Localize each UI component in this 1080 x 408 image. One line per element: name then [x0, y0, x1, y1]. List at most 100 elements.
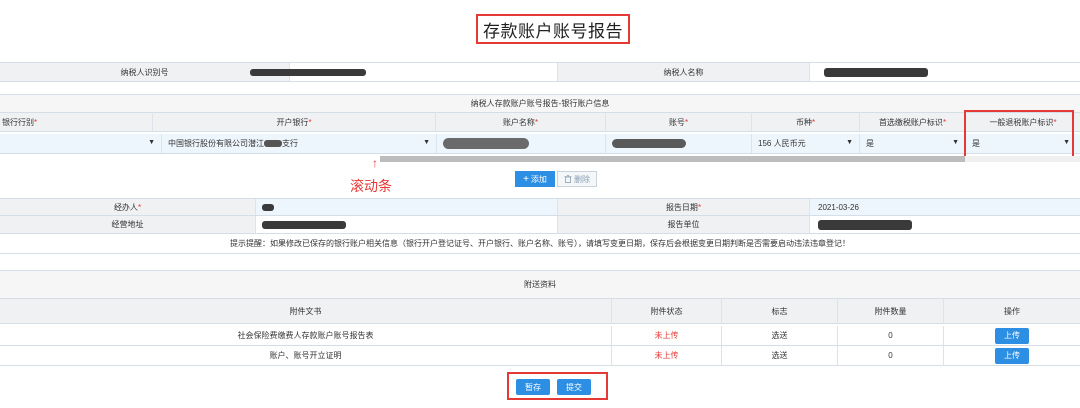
- bank-info-title: 纳税人存款账户账号报告-银行账户信息: [470, 99, 610, 108]
- attachment-name: 社会保险费缴费人存款账户账号报告表: [237, 331, 374, 340]
- report-date-field[interactable]: 2021-03-26: [810, 199, 1080, 215]
- account-number-field[interactable]: [606, 134, 752, 154]
- report-date-value: 2021-03-26: [818, 202, 859, 212]
- open-bank-value: 中国银行股份有限公司潜江: [168, 139, 264, 148]
- account-name-redacted: [443, 138, 529, 149]
- plus-icon: +: [523, 173, 529, 185]
- report-unit-label-cell: 报告单位: [558, 216, 810, 233]
- col-open-bank: 开户银行 *: [153, 112, 436, 132]
- annotation-scrollbar-label: 滚动条: [350, 178, 392, 194]
- open-bank-suffix: 支行: [282, 139, 298, 148]
- attachment-status-cell: 未上传: [612, 346, 722, 366]
- bank-info-caption: 纳税人存款账户账号报告-银行账户信息: [0, 94, 1080, 112]
- hint-text: 提示提醒：如果修改已保存的银行账户相关信息（银行开户登记证号、开户银行、账户名称…: [230, 239, 850, 248]
- agent-label-cell: 经办人 *: [0, 199, 256, 215]
- open-bank-select[interactable]: 中国银行股份有限公司潜江 支行 ▼: [162, 134, 437, 154]
- address-label-cell: 经营地址: [0, 216, 256, 233]
- required-mark: *: [811, 117, 816, 127]
- agent-redacted: [262, 203, 274, 211]
- required-mark: *: [137, 202, 142, 212]
- attachment-name: 账户、账号开立证明: [269, 351, 342, 360]
- required-mark: *: [684, 117, 689, 127]
- attachment-action-cell: 上传: [944, 326, 1080, 346]
- att-col-action: 操作: [944, 298, 1080, 324]
- account-number-redacted: [612, 139, 686, 148]
- att-col-action-label: 操作: [1004, 306, 1020, 316]
- taxpayer-name-label: 纳税人名称: [663, 67, 704, 77]
- required-mark: *: [534, 117, 539, 127]
- delete-row-button[interactable]: 删除: [557, 171, 597, 187]
- taxpayer-id-label: 纳税人识别号: [120, 67, 169, 77]
- report-unit-field[interactable]: [810, 216, 1080, 233]
- horizontal-scrollbar-thumb[interactable]: [380, 156, 965, 162]
- required-mark: *: [942, 117, 947, 127]
- attachment-status: 未上传: [654, 351, 679, 360]
- currency-select[interactable]: 156 人民币元 ▼: [752, 134, 860, 154]
- report-unit-redacted: [818, 219, 912, 230]
- upload-button[interactable]: 上传: [995, 327, 1029, 344]
- caret-down-icon: ▼: [846, 139, 853, 146]
- caret-down-icon: ▼: [148, 139, 155, 146]
- page-title: 存款账户账号报告: [483, 21, 623, 41]
- preferred-tax-select[interactable]: 是 ▼: [860, 134, 966, 154]
- attachment-status-cell: 未上传: [612, 326, 722, 346]
- address-label: 经营地址: [111, 220, 144, 229]
- attachment-flag-cell: 选送: [722, 346, 838, 366]
- address-row: 经营地址 报告单位: [0, 216, 1080, 234]
- attachment-action-cell: 上传: [944, 346, 1080, 366]
- account-name-field[interactable]: [437, 134, 606, 154]
- save-draft-label: 暂存: [525, 382, 541, 392]
- attachment-flag: 选送: [771, 351, 788, 360]
- taxpayer-id-field[interactable]: [250, 63, 558, 81]
- col-open-bank-label: 开户银行: [276, 117, 309, 127]
- agent-field[interactable]: [256, 199, 558, 215]
- required-mark: *: [34, 117, 38, 127]
- handler-row: 经办人 * 报告日期 * 2021-03-26: [0, 198, 1080, 216]
- caret-down-icon: ▼: [423, 139, 430, 146]
- attachments-title: 附送资料: [524, 280, 556, 289]
- report-unit-label: 报告单位: [667, 220, 700, 229]
- trash-icon: [564, 175, 572, 183]
- attachment-count: 0: [888, 331, 893, 340]
- currency-value: 156 人民币元: [758, 139, 806, 148]
- required-mark: *: [308, 117, 312, 127]
- hint-message: 提示提醒：如果修改已保存的银行账户相关信息（银行开户登记证号、开户银行、账户名称…: [0, 234, 1080, 254]
- upload-button-label: 上传: [1004, 351, 1020, 360]
- taxpayer-info-row: 纳税人识别号 纳税人名称: [0, 62, 1080, 82]
- col-currency: 币种 *: [752, 112, 860, 132]
- att-col-status: 附件状态: [612, 298, 722, 324]
- col-account-number-label: 账号: [668, 117, 685, 127]
- table-row: 社会保险费缴费人存款账户账号报告表: [0, 326, 612, 346]
- add-row-button[interactable]: + 添加: [515, 171, 555, 187]
- page-title-box: 存款账户账号报告: [476, 14, 630, 44]
- table-row: 账户、账号开立证明: [0, 346, 612, 366]
- att-col-document-label: 附件文书: [289, 306, 322, 316]
- highlight-box-refund-column: [964, 110, 1074, 160]
- att-col-document: 附件文书: [0, 298, 612, 324]
- col-account-number: 账号 *: [606, 112, 752, 132]
- att-col-status-label: 附件状态: [650, 306, 683, 316]
- report-date-label-cell: 报告日期 *: [558, 199, 810, 215]
- annotation-arrow: ↑: [372, 156, 378, 170]
- save-draft-button[interactable]: 暂存: [516, 379, 550, 395]
- submit-button[interactable]: 提交: [557, 379, 591, 395]
- attachment-count-cell: 0: [838, 326, 944, 346]
- att-col-count: 附件数量: [838, 298, 944, 324]
- open-bank-redacted: [264, 140, 282, 147]
- attachment-count: 0: [888, 351, 893, 360]
- address-field[interactable]: [256, 216, 558, 233]
- agent-label: 经办人: [113, 202, 138, 212]
- att-col-count-label: 附件数量: [874, 306, 907, 316]
- add-row-label: 添加: [530, 174, 547, 184]
- delete-row-label: 删除: [574, 174, 590, 184]
- caret-down-icon: ▼: [952, 139, 959, 146]
- col-bank-type: 银行行别 *: [0, 112, 153, 132]
- bank-type-select[interactable]: ▼: [0, 134, 162, 154]
- col-bank-type-label: 银行行别: [2, 117, 34, 127]
- preferred-tax-value: 是: [866, 139, 874, 148]
- col-account-name-label: 账户名称: [502, 117, 535, 127]
- taxpayer-name-field[interactable]: [810, 63, 1080, 81]
- att-col-flag-label: 标志: [771, 306, 788, 316]
- attachment-flag-cell: 选送: [722, 326, 838, 346]
- upload-button[interactable]: 上传: [995, 347, 1029, 364]
